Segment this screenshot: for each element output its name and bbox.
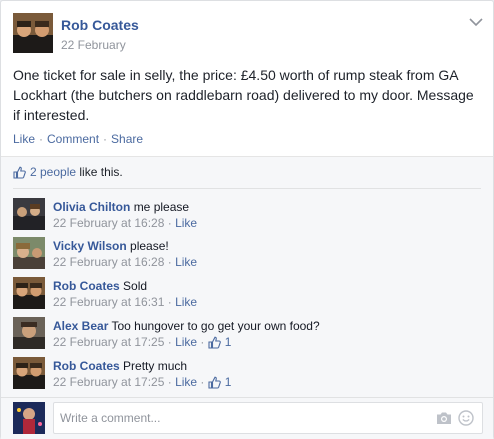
comment-text: please! — [130, 239, 169, 253]
comment-time[interactable]: 22 February at 16:31 — [53, 295, 164, 309]
comment-like-button[interactable]: Like — [175, 255, 197, 269]
separator: · — [103, 132, 108, 146]
comment-item: Alex Bear Too hungover to go get your ow… — [13, 317, 483, 353]
separator: · — [39, 132, 44, 146]
comment-item: Rob Coates Sold 22 February at 16:31 · L… — [13, 277, 483, 313]
comment-like-button[interactable]: Like — [175, 335, 197, 349]
post-card: Rob Coates 22 February One ticket for sa… — [0, 0, 494, 439]
commenter-name[interactable]: Rob Coates — [53, 359, 120, 373]
commenter-avatar[interactable] — [13, 317, 45, 349]
commenter-avatar[interactable] — [13, 357, 45, 389]
commenter-avatar[interactable] — [13, 277, 45, 309]
divider — [1, 397, 493, 398]
comment-input[interactable]: Write a comment... — [53, 402, 483, 434]
comment-like-button[interactable]: Like — [175, 295, 197, 309]
post-date[interactable]: 22 February — [61, 38, 126, 52]
thumbs-up-icon — [13, 166, 26, 179]
comment-item: Rob Coates Pretty much 22 February at 17… — [13, 357, 483, 393]
post-author-name[interactable]: Rob Coates — [61, 17, 139, 33]
comment-meta: 22 February at 17:25 · Like · 1 — [53, 335, 232, 349]
comment-body: Olivia Chilton me please — [53, 199, 189, 215]
likes-suffix: like this. — [79, 165, 123, 179]
comment-item: Vicky Wilson please! 22 February at 16:2… — [13, 237, 483, 273]
post-header: Rob Coates 22 February — [13, 13, 483, 55]
comment-text: me please — [133, 200, 190, 214]
share-button[interactable]: Share — [111, 132, 143, 146]
comment-time[interactable]: 22 February at 17:25 — [53, 375, 164, 389]
comment-item: Olivia Chilton me please 22 February at … — [13, 198, 483, 234]
likes-summary: 2 people like this. — [13, 165, 123, 181]
likers-link[interactable]: 2 people — [30, 165, 76, 179]
comment-meta: 22 February at 16:31 · Like — [53, 295, 198, 309]
commenter-name[interactable]: Olivia Chilton — [53, 200, 130, 214]
commenter-avatar[interactable] — [13, 237, 45, 269]
comment-like-count[interactable]: 1 — [225, 335, 232, 349]
comment-like-button[interactable]: Like — [175, 216, 197, 230]
like-button[interactable]: Like — [13, 132, 35, 146]
thumbs-up-icon — [208, 336, 221, 349]
post-body: One ticket for sale in selly, the price:… — [13, 67, 474, 123]
feedback-section: 2 people like this. Olivia Chilton me pl… — [1, 156, 493, 439]
commenter-avatar[interactable] — [13, 198, 45, 230]
comment-meta: 22 February at 16:28 · Like — [53, 255, 198, 269]
comment-like-count[interactable]: 1 — [225, 375, 232, 389]
comment-body: Rob Coates Sold — [53, 278, 147, 294]
post-actions: Like · Comment · Share — [13, 132, 143, 146]
comment-time[interactable]: 22 February at 16:28 — [53, 216, 164, 230]
comment-body: Rob Coates Pretty much — [53, 358, 187, 374]
comment-input-placeholder: Write a comment... — [60, 411, 161, 425]
chevron-down-icon[interactable] — [469, 17, 483, 27]
camera-icon[interactable] — [436, 411, 452, 425]
smiley-icon[interactable] — [458, 410, 474, 426]
comment-text: Sold — [123, 279, 148, 293]
comment-like-button[interactable]: Like — [175, 375, 197, 389]
comment-body: Alex Bear Too hungover to go get your ow… — [53, 318, 320, 334]
comment-text: Too hungover to go get your own food? — [111, 319, 320, 333]
viewer-avatar — [13, 402, 45, 434]
comment-meta: 22 February at 17:25 · Like · 1 — [53, 375, 232, 389]
commenter-name[interactable]: Rob Coates — [53, 279, 120, 293]
comment-body: Vicky Wilson please! — [53, 238, 169, 254]
author-avatar[interactable] — [13, 13, 53, 53]
comment-time[interactable]: 22 February at 17:25 — [53, 335, 164, 349]
thumbs-up-icon — [208, 376, 221, 389]
comment-button[interactable]: Comment — [47, 132, 99, 146]
commenter-name[interactable]: Alex Bear — [53, 319, 108, 333]
comment-time[interactable]: 22 February at 16:28 — [53, 255, 164, 269]
divider — [13, 188, 481, 189]
commenter-name[interactable]: Vicky Wilson — [53, 239, 127, 253]
comment-meta: 22 February at 16:28 · Like — [53, 216, 198, 230]
comment-text: Pretty much — [123, 359, 188, 373]
comment-composer: Write a comment... — [13, 402, 483, 434]
